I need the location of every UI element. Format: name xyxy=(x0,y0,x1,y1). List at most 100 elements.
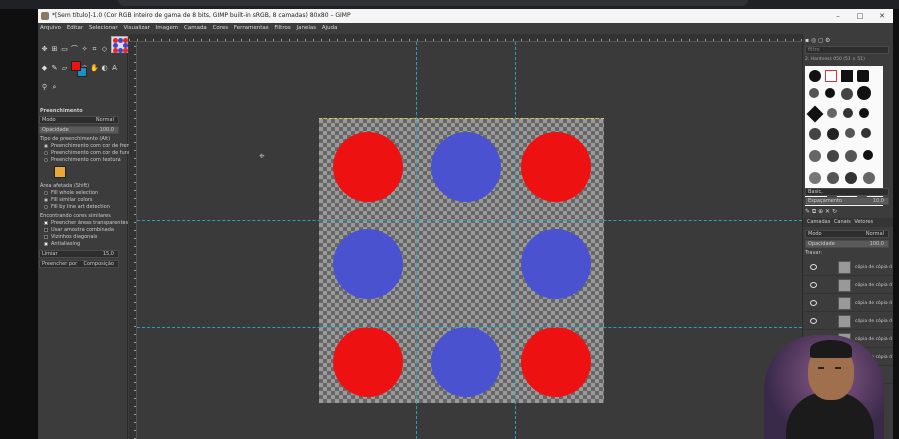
guide-horizontal[interactable] xyxy=(137,220,802,221)
presenter-glasses xyxy=(835,367,841,369)
move-tool-icon[interactable]: ✥ xyxy=(40,45,49,54)
close-button[interactable]: ✕ xyxy=(871,9,893,23)
bucket-fill-icon[interactable]: ◆ xyxy=(40,64,49,73)
fill-type-bg[interactable]: Preenchimento com cor de fund xyxy=(44,150,131,157)
tab-camadas[interactable]: Camadas xyxy=(807,219,830,225)
layer-name: cópia de cópia d xyxy=(855,301,892,306)
visibility-eye-icon[interactable] xyxy=(810,264,817,270)
sample-merged-label: Usar amostra combinada xyxy=(51,227,114,233)
layer-row[interactable]: cópia de cópia d xyxy=(803,259,893,276)
guide-vertical[interactable] xyxy=(416,42,417,439)
layer-row[interactable]: cópia de cópia d xyxy=(803,277,893,294)
guide-horizontal[interactable] xyxy=(137,327,802,328)
eraser-icon[interactable]: ▱ xyxy=(60,64,69,73)
mode-select[interactable]: Modo Normal xyxy=(39,116,119,124)
menu-editar[interactable]: Editar xyxy=(67,23,83,34)
affected-area-label: Área afetada (Shift) xyxy=(40,183,90,189)
fill-transparent-checkbox[interactable]: Preencher áreas transparentes xyxy=(44,220,128,227)
brush-preview xyxy=(841,88,853,100)
brush-preview xyxy=(845,172,857,184)
antialiasing-checkbox[interactable]: Antialiasing xyxy=(44,241,80,248)
dodge-icon[interactable]: ◐ xyxy=(100,64,109,73)
menu-imagem[interactable]: Imagem xyxy=(156,23,179,34)
menu-camada[interactable]: Camada xyxy=(184,23,207,34)
layer-row[interactable]: cópia de cópia d xyxy=(803,313,893,330)
spacing-slider[interactable]: Espaçamento 10,0 xyxy=(805,197,889,205)
fill-by-select[interactable]: Preencher por Composição xyxy=(39,260,119,268)
fill-type-pattern[interactable]: Preenchimento com textura xyxy=(44,157,121,164)
minimize-button[interactable]: – xyxy=(827,9,849,23)
rect-select-icon[interactable]: ▭ xyxy=(60,45,69,54)
fill-transparent-label: Preencher áreas transparentes xyxy=(51,220,129,226)
layer-opacity-slider[interactable]: Opacidade 100,0 xyxy=(805,240,889,248)
spacing-value: 10,0 xyxy=(872,198,884,204)
zoom-icon[interactable]: ⌕ xyxy=(50,83,59,92)
fill-type-fg[interactable]: Preenchimento com cor de frente xyxy=(44,143,135,150)
brush-preset-select[interactable]: Basic, xyxy=(805,188,889,196)
paintbrush-icon[interactable]: ✎ xyxy=(50,64,59,73)
brush-preview xyxy=(841,70,853,82)
brush-filter-input[interactable]: filtro xyxy=(805,46,889,54)
pattern-preview[interactable] xyxy=(54,166,66,178)
radio-icon xyxy=(44,150,48,155)
menu-arquivo[interactable]: Arquivo xyxy=(40,23,61,34)
fill-similar-label: Fill similar colors xyxy=(51,197,93,203)
tab-canais[interactable]: Canais xyxy=(834,219,851,225)
visibility-eye-icon[interactable] xyxy=(810,300,817,306)
mode-value: Normal xyxy=(95,117,114,123)
radio-icon xyxy=(44,157,48,162)
visibility-eye-icon[interactable] xyxy=(810,318,817,324)
radio-icon xyxy=(44,204,48,209)
horizontal-ruler[interactable] xyxy=(129,34,802,42)
brush-preview xyxy=(809,172,821,184)
diagonal-neighbors-checkbox[interactable]: Vizinhos diagonais xyxy=(44,234,97,241)
menu-cores[interactable]: Cores xyxy=(213,23,229,34)
fill-type-bg-label: Preenchimento com cor de fund xyxy=(51,150,132,156)
circle-r1c2 xyxy=(431,132,501,202)
antialiasing-label: Antialiasing xyxy=(51,241,81,247)
text-tool-icon[interactable]: A xyxy=(110,64,119,73)
brushes-tab-icons[interactable]: ▪ ◎ ◻ ⚙ xyxy=(805,37,830,44)
menu-bar: Arquivo Editar Selecionar Visualizar Ima… xyxy=(38,23,893,34)
crop-icon[interactable]: ⌗ xyxy=(90,45,99,54)
lasso-icon[interactable]: ⌒ xyxy=(70,45,79,54)
smudge-icon[interactable]: ✋ xyxy=(90,64,99,73)
tool-options-title: Preenchimento xyxy=(40,108,83,114)
brush-actions-icons[interactable]: ✎ ⧉ ⊕ ✕ ↻ xyxy=(805,208,837,216)
sample-merged-checkbox[interactable]: Usar amostra combinada xyxy=(44,227,114,234)
menu-janelas[interactable]: Janelas xyxy=(296,23,316,34)
menu-visualizar[interactable]: Visualizar xyxy=(123,23,149,34)
guide-vertical[interactable] xyxy=(515,42,516,439)
menu-selecionar[interactable]: Selecionar xyxy=(89,23,118,34)
menu-ajuda[interactable]: Ajuda xyxy=(322,23,338,34)
align-tool-icon[interactable]: ⊞ xyxy=(50,45,59,54)
fill-whole-label: Fill whole selection xyxy=(51,190,99,196)
layer-thumb xyxy=(838,279,851,292)
menu-filtros[interactable]: Filtros xyxy=(274,23,290,34)
image-thumbnail[interactable] xyxy=(111,36,128,53)
maximize-button[interactable]: □ xyxy=(849,9,871,23)
threshold-value: 15,0 xyxy=(102,251,114,257)
fill-similar-colors[interactable]: Fill similar colors xyxy=(44,197,93,204)
threshold-slider[interactable]: Limiar 15,0 xyxy=(39,250,119,258)
layer-mode-label: Modo xyxy=(808,231,822,237)
checkbox-icon xyxy=(44,220,48,225)
visibility-eye-icon[interactable] xyxy=(810,282,817,288)
brush-grid[interactable] xyxy=(805,66,883,206)
foreground-color-swatch[interactable] xyxy=(71,61,81,71)
vertical-ruler[interactable] xyxy=(129,42,137,439)
layer-mode-select[interactable]: Modo Normal xyxy=(805,230,889,238)
layer-name: cópia de cópia d xyxy=(855,265,892,270)
menu-ferramentas[interactable]: Ferramentas xyxy=(234,23,269,34)
transform-icon[interactable]: ◇ xyxy=(100,45,109,54)
fuzzy-select-icon[interactable]: ✧ xyxy=(80,45,89,54)
fill-whole-selection[interactable]: Fill whole selection xyxy=(44,190,98,197)
layer-row[interactable]: cópia de cópia d xyxy=(803,295,893,312)
fill-line-art[interactable]: Fill by line art detection xyxy=(44,204,110,211)
opacity-slider[interactable]: Opacidade 100,0 xyxy=(39,126,119,134)
tab-vetores[interactable]: Vetores xyxy=(854,219,873,225)
canvas-area[interactable]: ⌖ xyxy=(129,34,802,439)
thumb-dot xyxy=(123,48,128,53)
image-canvas[interactable] xyxy=(319,118,604,403)
color-picker-icon[interactable]: ⚲ xyxy=(40,83,49,92)
